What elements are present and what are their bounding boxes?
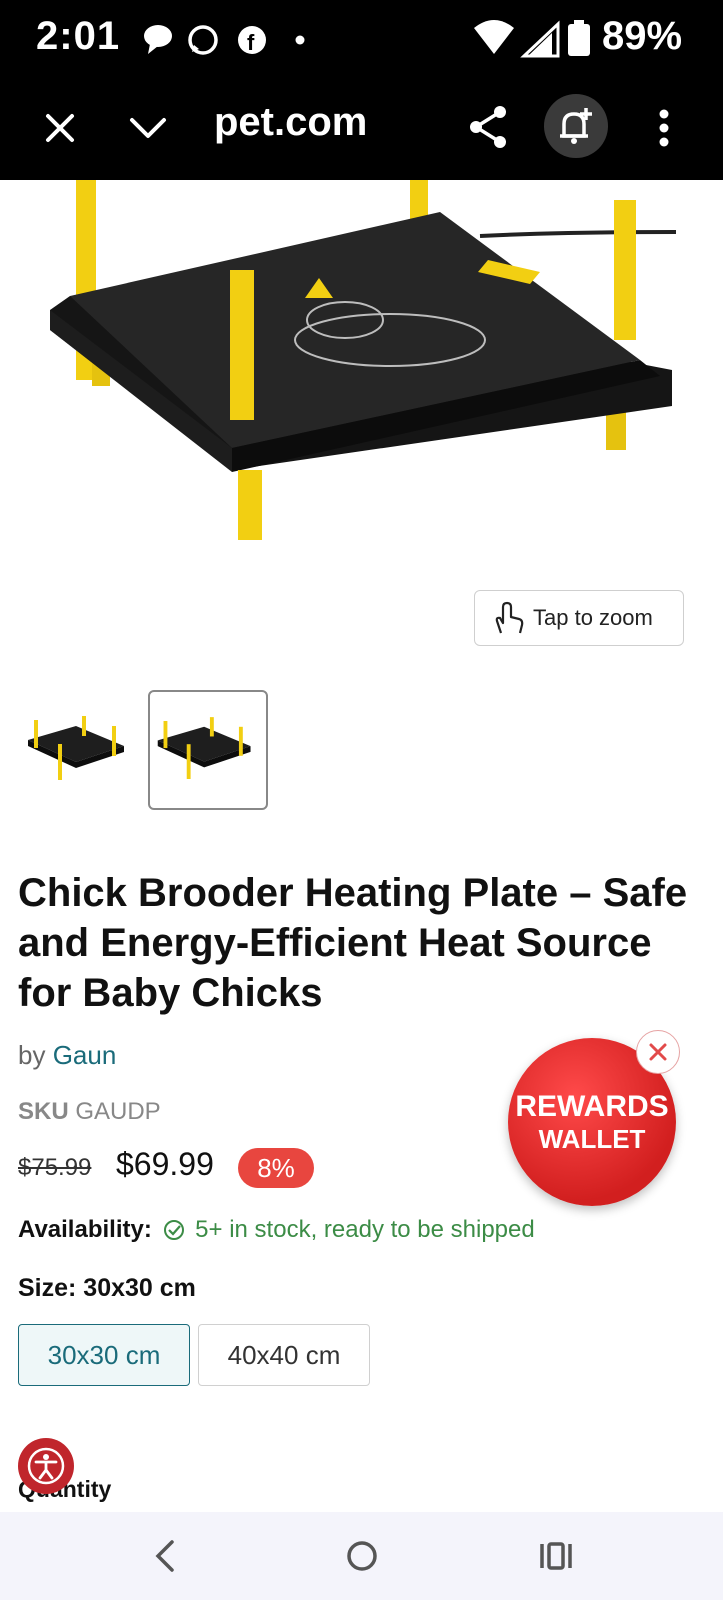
- availability-key: Availability:: [18, 1216, 152, 1243]
- tap-to-zoom-button[interactable]: Tap to zoom: [474, 590, 684, 646]
- wifi-icon: [474, 20, 514, 54]
- browser-toolbar: pet.com: [0, 78, 723, 180]
- recents-icon[interactable]: [538, 1538, 574, 1574]
- brand-link[interactable]: Gaun: [53, 1040, 117, 1070]
- url-bar[interactable]: pet.com: [214, 100, 367, 145]
- accessibility-icon: [27, 1447, 65, 1485]
- chevron-down-icon[interactable]: [126, 108, 170, 148]
- check-circle-icon: [163, 1220, 184, 1240]
- status-time: 2:01: [36, 14, 121, 58]
- original-price: $75.99: [18, 1154, 92, 1181]
- share-icon[interactable]: [466, 102, 510, 152]
- notification-icons: f: [144, 25, 305, 55]
- size-label: Size: 30x30 cm: [18, 1274, 196, 1302]
- facebook-icon: f: [238, 26, 266, 55]
- availability-value: 5+ in stock, ready to be shipped: [195, 1216, 535, 1243]
- availability-row: Availability: 5+ in stock, ready to be s…: [18, 1216, 535, 1244]
- size-option-30x30[interactable]: 30x30 cm: [18, 1324, 190, 1386]
- chat-icon: [144, 25, 172, 54]
- size-option-40x40[interactable]: 40x40 cm: [198, 1324, 370, 1386]
- back-icon[interactable]: [150, 1538, 180, 1574]
- system-icons: [474, 20, 590, 58]
- battery-icon: [568, 24, 590, 56]
- svg-text:f: f: [247, 30, 255, 55]
- whatsapp-icon: [188, 25, 218, 55]
- sku-value: GAUDP: [75, 1098, 161, 1125]
- bell-add-icon: [560, 108, 592, 144]
- status-bar: 2:01 f 89%: [0, 0, 723, 78]
- thumbnail-1[interactable]: [20, 690, 140, 810]
- rewards-title: REWARDS: [515, 1090, 669, 1123]
- thumbnail-2[interactable]: [148, 690, 268, 810]
- sale-price: $69.99: [116, 1146, 214, 1182]
- notification-bell-button[interactable]: [544, 94, 608, 158]
- by-prefix: by: [18, 1040, 46, 1070]
- home-icon[interactable]: [344, 1538, 380, 1574]
- product-title: Chick Brooder Heating Plate – Safe and E…: [18, 871, 688, 1015]
- hand-pointer-icon: [495, 601, 524, 634]
- accessibility-button[interactable]: [18, 1438, 74, 1494]
- rewards-subtitle: WALLET: [538, 1124, 646, 1154]
- product-byline: by Gaun: [18, 1040, 116, 1071]
- system-navigation-bar: [0, 1512, 723, 1600]
- rewards-close-button[interactable]: [636, 1030, 680, 1074]
- product-image[interactable]: [0, 180, 723, 580]
- discount-badge: 8%: [238, 1148, 314, 1188]
- battery-percentage: 89%: [602, 14, 683, 58]
- dot-icon: [295, 35, 305, 45]
- sku-row: SKU GAUDP: [18, 1098, 161, 1126]
- more-options-icon[interactable]: [652, 106, 676, 150]
- close-icon: [649, 1043, 667, 1061]
- close-icon[interactable]: [40, 108, 80, 148]
- tap-to-zoom-label: Tap to zoom: [533, 605, 653, 630]
- sku-key: SKU: [18, 1098, 69, 1125]
